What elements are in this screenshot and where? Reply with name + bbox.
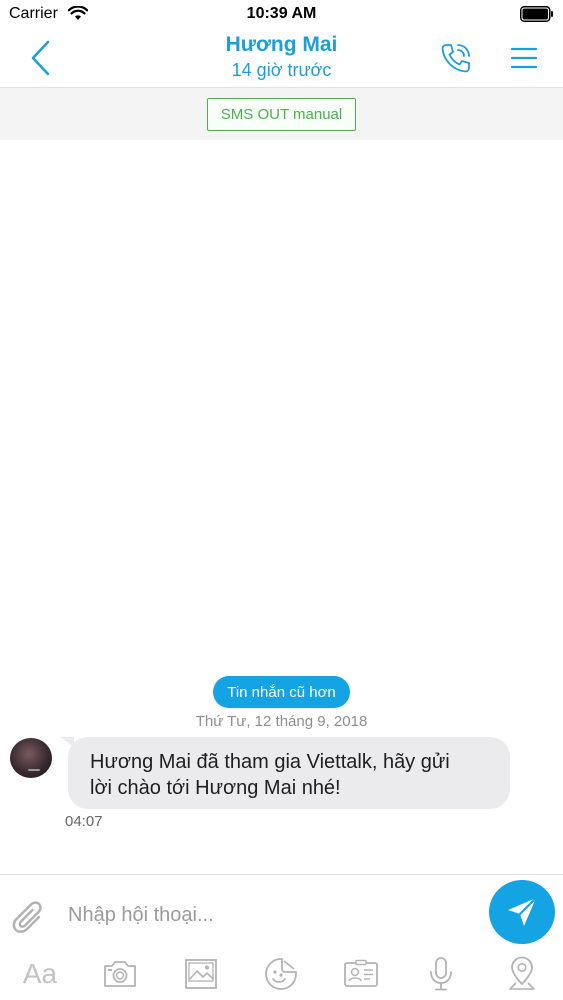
message-input[interactable] xyxy=(68,899,478,931)
back-chevron-icon xyxy=(31,40,50,76)
sticker-icon xyxy=(265,958,297,990)
message-list[interactable]: Tin nhắn cũ hơn Thứ Tư, 12 tháng 9, 2018… xyxy=(0,140,563,874)
text-format-label: Aa xyxy=(22,958,58,989)
contact-name: Hương Mai xyxy=(225,33,338,56)
phone-call-icon xyxy=(441,44,470,73)
message-bubble[interactable]: Hương Mai đã tham gia Viettalk, hãy gửi … xyxy=(68,737,510,809)
paperclip-icon xyxy=(12,901,42,933)
status-bar: Carrier 10:39 AM xyxy=(0,0,563,28)
sms-mode-bar: SMS OUT manual xyxy=(0,88,563,140)
location-pin-icon xyxy=(509,956,535,990)
conversation-header: Hương Mai 14 giờ trước xyxy=(140,32,423,82)
last-seen-label: 14 giờ trước xyxy=(231,60,332,80)
send-icon xyxy=(508,896,538,926)
contact-card-icon xyxy=(344,959,378,987)
back-button[interactable] xyxy=(20,36,60,80)
composer: Aa xyxy=(0,874,563,1000)
location-button[interactable] xyxy=(502,953,542,995)
composer-toolbar: Aa xyxy=(0,953,563,999)
sticker-button[interactable] xyxy=(261,953,301,995)
avatar[interactable] xyxy=(10,738,52,778)
date-separator: Thứ Tư, 12 tháng 9, 2018 xyxy=(195,713,368,730)
contact-share-button[interactable] xyxy=(341,953,381,995)
microphone-icon xyxy=(430,957,452,991)
camera-icon xyxy=(104,961,136,987)
older-messages-button[interactable]: Tin nhắn cũ hơn xyxy=(213,676,350,708)
message-text-line: Hương Mai đã tham gia Viettalk, hãy gửi xyxy=(90,751,450,773)
call-button[interactable] xyxy=(436,38,476,78)
message-timestamp: 04:07 xyxy=(65,813,103,830)
camera-button[interactable] xyxy=(100,953,140,995)
text-format-button[interactable]: Aa xyxy=(20,953,60,995)
attach-button[interactable] xyxy=(9,895,49,937)
image-icon xyxy=(185,959,217,989)
nav-bar: Hương Mai 14 giờ trước xyxy=(0,28,563,88)
menu-button[interactable] xyxy=(505,38,543,78)
menu-icon xyxy=(510,47,538,69)
sms-out-manual-button[interactable]: SMS OUT manual xyxy=(207,98,356,131)
gallery-button[interactable] xyxy=(181,953,221,995)
voice-record-button[interactable] xyxy=(421,953,461,995)
battery-icon xyxy=(520,6,554,27)
status-time: 10:39 AM xyxy=(246,5,317,22)
send-button[interactable] xyxy=(489,880,555,944)
message-text-line: lời chào tới Hương Mai nhé! xyxy=(90,777,341,799)
